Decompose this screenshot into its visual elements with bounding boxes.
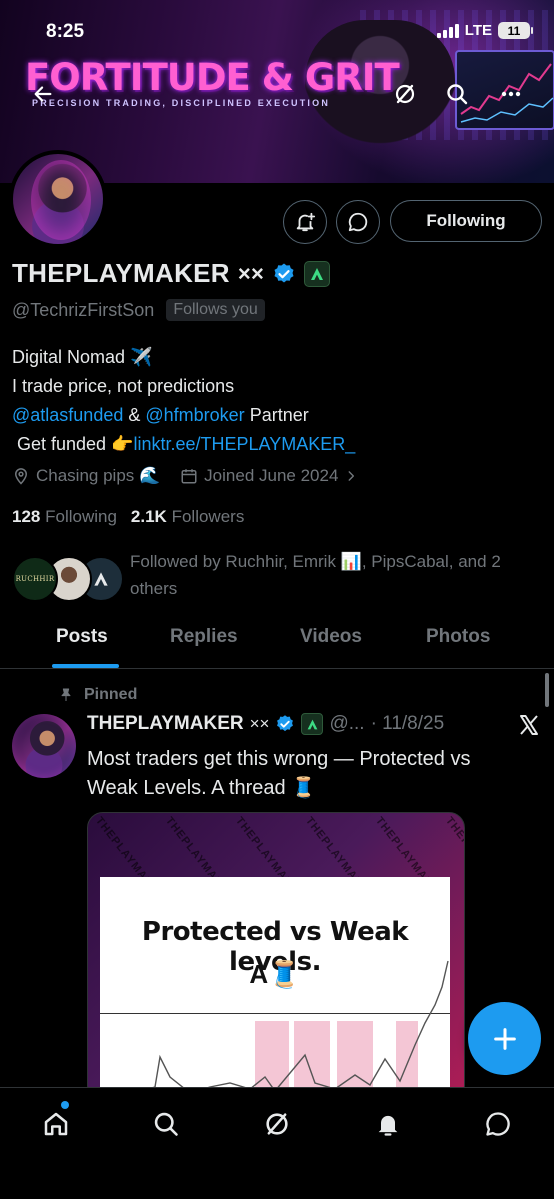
followers-count: 2.1K bbox=[130, 507, 167, 526]
media-subtitle: A🧵 bbox=[249, 959, 301, 989]
battery-icon: 11 bbox=[498, 22, 533, 39]
name-suffix-emoji: ×× bbox=[237, 260, 265, 286]
follower-avatar-1: RUCHHIR bbox=[12, 556, 58, 602]
home-unread-dot bbox=[61, 1101, 69, 1109]
bio-funded-prefix: Get funded 👉 bbox=[12, 434, 134, 454]
more-icon[interactable] bbox=[494, 77, 528, 111]
pinned-indicator: Pinned bbox=[58, 686, 137, 704]
search-icon[interactable] bbox=[440, 77, 474, 111]
bio-line-4: Get funded 👉linktr.ee/THEPLAYMAKER_ bbox=[12, 430, 355, 459]
bio-line-3: @atlasfunded & @hfmbroker Partner bbox=[12, 401, 355, 430]
profile-bio: Digital Nomad ✈️ I trade price, not pred… bbox=[12, 343, 355, 459]
battery-level: 11 bbox=[507, 23, 521, 38]
post-date: · 11/8/25 bbox=[370, 713, 445, 734]
grok-icon[interactable] bbox=[257, 1104, 297, 1144]
bottom-navigation bbox=[0, 1087, 554, 1199]
bell-plus-icon bbox=[296, 212, 316, 232]
scrollbar[interactable] bbox=[545, 673, 549, 707]
bio-line-1: Digital Nomad ✈️ bbox=[12, 347, 153, 367]
tab-photos[interactable]: Photos bbox=[426, 626, 490, 648]
grok-icon[interactable] bbox=[388, 77, 422, 111]
signal-icon bbox=[436, 23, 459, 38]
verified-badge-icon[interactable] bbox=[272, 262, 296, 286]
plus-icon bbox=[493, 1027, 516, 1050]
bio-partner: Partner bbox=[244, 405, 309, 425]
affiliate-badge-icon bbox=[301, 713, 324, 735]
back-arrow-icon[interactable] bbox=[26, 77, 60, 111]
post-handle: @... bbox=[329, 713, 365, 734]
location-pin-icon bbox=[14, 468, 28, 485]
affiliate-badge-icon[interactable] bbox=[304, 260, 331, 287]
bio-link[interactable]: linktr.ee/THEPLAYMAKER_ bbox=[133, 434, 355, 454]
mention-hfmbroker[interactable]: @hfmbroker bbox=[145, 405, 244, 425]
joined-text: Joined June 2024 bbox=[204, 466, 339, 485]
home-icon[interactable] bbox=[36, 1104, 76, 1144]
network-label: LTE bbox=[464, 22, 492, 39]
media-card: Protected vs Weak levels. A🧵 bbox=[100, 877, 450, 1101]
tab-replies[interactable]: Replies bbox=[170, 626, 238, 648]
post-author-suffix: ×× bbox=[249, 714, 270, 733]
followers-label: Followers bbox=[171, 507, 245, 526]
mention-atlasfunded[interactable]: @atlasfunded bbox=[12, 405, 123, 425]
tab-posts[interactable]: Posts bbox=[56, 626, 108, 648]
follow-stats: 128 Following 2.1K Followers bbox=[12, 507, 244, 527]
bio-line-2: I trade price, not predictions bbox=[12, 376, 235, 396]
chevron-right-icon bbox=[348, 471, 355, 481]
notify-bell-button[interactable] bbox=[283, 200, 327, 244]
post-author-name[interactable]: THEPLAYMAKER bbox=[87, 713, 244, 735]
banner-brand-title: FORTITUDE & GRIT bbox=[25, 56, 400, 99]
compose-post-button[interactable] bbox=[468, 1002, 541, 1075]
post-header: THEPLAYMAKER ×× @... · 11/8/25 bbox=[87, 713, 444, 735]
display-name-text: THEPLAYMAKER bbox=[12, 258, 230, 288]
following-count: 128 bbox=[12, 507, 41, 526]
search-icon[interactable] bbox=[146, 1104, 186, 1144]
post-author-avatar[interactable] bbox=[12, 714, 76, 778]
notifications-icon[interactable] bbox=[368, 1104, 408, 1144]
follower-avatar-1-label: RUCHHIR bbox=[15, 575, 55, 583]
follows-you-badge: Follows you bbox=[166, 299, 265, 321]
status-time: 8:25 bbox=[46, 21, 85, 42]
post-media-image[interactable]: THEPLAYMAKER THEPLAYMAKER THEPLAYMAKER T… bbox=[87, 812, 465, 1102]
following-button[interactable]: Following bbox=[390, 200, 542, 242]
tab-videos[interactable]: Videos bbox=[300, 626, 362, 648]
pin-icon bbox=[61, 688, 71, 701]
location-text: Chasing pips 🌊 bbox=[36, 466, 161, 485]
bio-amp: & bbox=[123, 405, 146, 425]
calendar-icon bbox=[181, 469, 197, 484]
pinned-label: Pinned bbox=[84, 686, 138, 703]
profile-display-name: THEPLAYMAKER ×× bbox=[12, 258, 331, 289]
banner-tagline: PRECISION TRADING, DISCIPLINED EXECUTION bbox=[32, 98, 331, 108]
profile-meta: Chasing pips 🌊 Joined June 2024 bbox=[12, 466, 358, 486]
x-logo-icon[interactable] bbox=[512, 708, 546, 742]
joined-item[interactable]: Joined June 2024 bbox=[180, 466, 358, 486]
followed-by-text[interactable]: Followed by Ruchhir, Emrik 📊, PipsCabal,… bbox=[130, 548, 545, 602]
following-label: Following bbox=[45, 507, 117, 526]
post-text: Most traders get this wrong — Protected … bbox=[87, 748, 471, 799]
following-stat[interactable]: 128 Following bbox=[12, 507, 117, 527]
location-item: Chasing pips 🌊 bbox=[12, 466, 160, 486]
handle-row: @TechrizFirstSon Follows you bbox=[12, 299, 265, 321]
profile-avatar[interactable] bbox=[9, 150, 107, 248]
chat-bubble-icon bbox=[348, 212, 368, 232]
followers-stat[interactable]: 2.1K Followers bbox=[131, 507, 244, 527]
verified-badge-icon bbox=[277, 715, 294, 732]
message-button[interactable] bbox=[336, 200, 380, 244]
profile-tabs: Posts Replies Videos Photos bbox=[0, 618, 554, 669]
profile-handle: @TechrizFirstSon bbox=[12, 299, 155, 320]
active-tab-indicator bbox=[52, 664, 119, 668]
status-indicators: LTE 11 bbox=[436, 22, 533, 39]
messages-icon[interactable] bbox=[478, 1104, 518, 1144]
